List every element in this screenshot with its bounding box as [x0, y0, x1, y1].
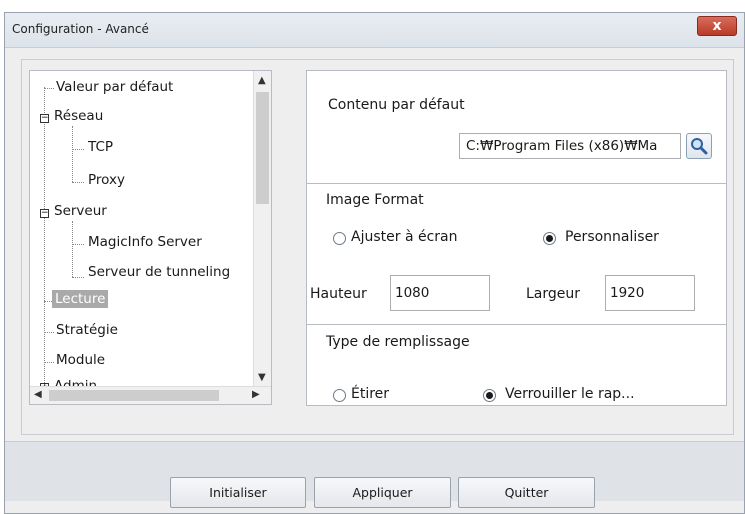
- tree-item-strategie[interactable]: Stratégie: [56, 322, 118, 338]
- scroll-up-icon[interactable]: ▲: [258, 75, 266, 86]
- stretch-label[interactable]: Étirer: [351, 386, 389, 402]
- radio-lock-ratio[interactable]: [483, 389, 496, 402]
- tree-item-serveur-de-tunneling[interactable]: Serveur de tunneling: [88, 264, 230, 280]
- horizontal-scrollbar[interactable]: ◀ ▶: [30, 386, 271, 404]
- close-button[interactable]: x: [697, 16, 737, 36]
- height-input[interactable]: 1080: [390, 275, 490, 311]
- magnifier-icon: [691, 138, 708, 155]
- quit-button[interactable]: Quitter: [458, 477, 595, 508]
- width-input[interactable]: 1920: [605, 275, 695, 311]
- settings-tree: Valeur par défaut − Réseau TCP Proxy − S…: [29, 70, 272, 405]
- tree-line: [72, 244, 84, 245]
- tree-item-reseau[interactable]: Réseau: [54, 108, 103, 124]
- settings-panel: Contenu par défaut C:₩Program Files (x86…: [306, 70, 727, 406]
- tree-item-serveur[interactable]: Serveur: [54, 203, 107, 219]
- radio-fit-screen[interactable]: [333, 232, 346, 245]
- custom-label[interactable]: Personnaliser: [565, 229, 659, 245]
- tree-item-tcp[interactable]: TCP: [88, 139, 113, 155]
- default-content-label: Contenu par défaut: [328, 97, 465, 113]
- tree-line: [44, 332, 54, 333]
- tree-item-lecture[interactable]: Lecture: [52, 290, 109, 308]
- apply-button[interactable]: Appliquer: [314, 477, 451, 508]
- title-bar[interactable]: Configuration - Avancé x: [5, 13, 744, 48]
- tree-line: [72, 149, 84, 150]
- collapse-icon[interactable]: −: [40, 114, 49, 123]
- fill-type-label: Type de remplissage: [326, 334, 470, 350]
- tree-item-magicinfo-server[interactable]: MagicInfo Server: [88, 234, 202, 250]
- tree-line: [44, 362, 54, 363]
- horizontal-scroll-thumb[interactable]: [49, 390, 219, 401]
- default-content-path-field[interactable]: C:₩Program Files (x86)₩Ma: [459, 133, 681, 159]
- tree-line: [72, 221, 73, 277]
- separator: [307, 324, 726, 325]
- scroll-right-icon[interactable]: ▶: [252, 389, 260, 400]
- tree-item-module[interactable]: Module: [56, 352, 105, 368]
- tree-item-valeur-par-defaut[interactable]: Valeur par défaut: [56, 79, 173, 95]
- tree-line: [72, 126, 73, 182]
- vertical-scroll-thumb[interactable]: [256, 92, 269, 204]
- lock-ratio-label[interactable]: Verrouiller le rap...: [505, 386, 635, 402]
- radio-custom[interactable]: [543, 232, 556, 245]
- height-label: Hauteur: [310, 286, 367, 302]
- image-format-label: Image Format: [326, 192, 424, 208]
- reset-button[interactable]: Initialiser: [170, 477, 306, 508]
- tree-item-proxy[interactable]: Proxy: [88, 172, 125, 188]
- collapse-icon[interactable]: −: [40, 209, 49, 218]
- tree-line: [44, 88, 54, 89]
- scroll-down-icon[interactable]: ▼: [258, 372, 266, 383]
- browse-button[interactable]: [686, 133, 712, 159]
- tree-line: [72, 277, 84, 278]
- separator: [307, 183, 726, 184]
- radio-stretch[interactable]: [333, 389, 346, 402]
- fit-screen-label[interactable]: Ajuster à écran: [351, 229, 458, 245]
- tree-line: [72, 182, 84, 183]
- vertical-scrollbar[interactable]: ▲ ▼: [253, 71, 271, 387]
- scroll-left-icon[interactable]: ◀: [34, 389, 42, 400]
- window-title: Configuration - Avancé: [12, 22, 149, 36]
- width-label: Largeur: [526, 286, 581, 302]
- tree-line: [44, 87, 45, 385]
